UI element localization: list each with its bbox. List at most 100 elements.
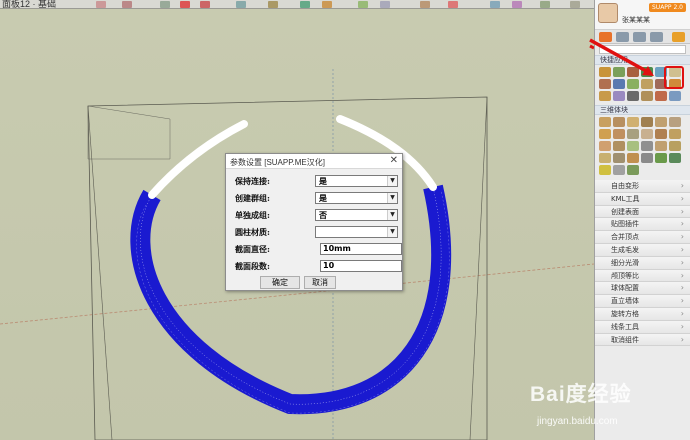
plugin-icon[interactable]: [613, 67, 625, 77]
block-icon[interactable]: [627, 153, 639, 163]
cylinder-material-select[interactable]: ▼: [315, 226, 398, 238]
menu-item[interactable]: 细分光滑 ›: [595, 256, 690, 270]
plugin-icon[interactable]: [627, 79, 639, 89]
toolbar-tool-icon[interactable]: [160, 1, 170, 8]
toolbar-tool-icon[interactable]: [448, 1, 458, 8]
plugin-icon[interactable]: [655, 91, 667, 101]
menu-item[interactable]: 创建表面 ›: [595, 205, 690, 219]
block-icon[interactable]: [599, 153, 611, 163]
chevron-down-icon[interactable]: ▼: [387, 227, 397, 237]
plugin-icon[interactable]: [627, 67, 639, 77]
menu-item[interactable]: 直立墙体 ›: [595, 295, 690, 308]
block-icon[interactable]: [641, 117, 653, 127]
block-icon[interactable]: [613, 129, 625, 139]
block-icon[interactable]: [613, 165, 625, 175]
toolbar-tool-icon[interactable]: [96, 1, 106, 8]
search-icon[interactable]: [650, 32, 663, 42]
block-icon[interactable]: [627, 129, 639, 139]
menu-item[interactable]: 取消组件 ›: [595, 333, 690, 347]
block-icon[interactable]: [627, 141, 639, 151]
version-badge[interactable]: SUAPP 2.0: [649, 3, 686, 12]
toolbar-tool-icon[interactable]: [380, 1, 390, 8]
block-icon[interactable]: [613, 117, 625, 127]
plugin-icon[interactable]: [641, 91, 653, 101]
block-icon[interactable]: [599, 165, 611, 175]
user-icon[interactable]: [633, 32, 646, 42]
menu-item-label: 线条工具: [611, 322, 639, 331]
block-icon[interactable]: [669, 141, 681, 151]
menu-item[interactable]: 生成毛发 ›: [595, 243, 690, 257]
keep-connected-select[interactable]: 是 ▼: [315, 175, 398, 187]
menu-item-label: 自由变形: [611, 182, 639, 190]
block-icon[interactable]: [669, 129, 681, 139]
separate-group-select[interactable]: 否 ▼: [315, 209, 398, 221]
plugin-icon[interactable]: [641, 79, 653, 89]
menu-item[interactable]: 自由变形 ›: [595, 180, 690, 193]
dialog-title: 参数设置 [SUAPP.ME汉化]: [230, 158, 325, 167]
chevron-right-icon: ›: [680, 181, 684, 190]
model-viewport[interactable]: 参数设置 [SUAPP.ME汉化] ✕ 保持连接: 是 ▼ 创建群组: 是 ▼ …: [0, 9, 594, 440]
menu-icon[interactable]: [672, 32, 685, 42]
toolbar-tool-icon[interactable]: [322, 1, 332, 8]
menu-item[interactable]: 贴图插件 ›: [595, 218, 690, 232]
chevron-right-icon: ›: [680, 283, 684, 293]
toolbar-tool-icon[interactable]: [512, 1, 522, 8]
close-icon[interactable]: ✕: [390, 155, 398, 166]
toolbar-tool-icon[interactable]: [180, 1, 190, 8]
toolbar-tool-icon[interactable]: [268, 1, 278, 8]
plugin-icon[interactable]: [599, 79, 611, 89]
toolbar-tool-icon[interactable]: [300, 1, 310, 8]
plugin-icon[interactable]: [627, 91, 639, 101]
section-diameter-field[interactable]: 10mm: [320, 243, 402, 255]
cancel-button[interactable]: 取消: [304, 276, 336, 289]
plugin-icon[interactable]: [613, 91, 625, 101]
toolbar-tool-icon[interactable]: [200, 1, 210, 8]
plugin-icon[interactable]: [613, 79, 625, 89]
block-icon[interactable]: [669, 117, 681, 127]
section-segments-field[interactable]: 10: [320, 260, 402, 272]
block-icon[interactable]: [655, 153, 667, 163]
home-icon[interactable]: [599, 32, 612, 42]
plugin-icon[interactable]: [641, 67, 653, 77]
toolbar-tool-icon[interactable]: [122, 1, 132, 8]
chevron-down-icon[interactable]: ▼: [387, 210, 397, 220]
block-icon[interactable]: [655, 129, 667, 139]
row-label: 单独成组:: [235, 210, 270, 220]
block-icon[interactable]: [655, 117, 667, 127]
chevron-down-icon[interactable]: ▼: [387, 176, 397, 186]
plugin-icon[interactable]: [599, 67, 611, 77]
block-icon[interactable]: [641, 153, 653, 163]
plugin-icon[interactable]: [669, 91, 681, 101]
row-label: 截面段数:: [235, 261, 270, 271]
block-icon[interactable]: [641, 129, 653, 139]
toolbar-tool-icon[interactable]: [358, 1, 368, 8]
toolbar-tool-icon[interactable]: [490, 1, 500, 8]
plugin-icon[interactable]: [599, 91, 611, 101]
block-icon[interactable]: [599, 129, 611, 139]
menu-item[interactable]: KML工具 ›: [595, 192, 690, 206]
grid-icon[interactable]: [616, 32, 629, 42]
menu-item[interactable]: 球体配置 ›: [595, 282, 690, 296]
toolbar-tool-icon[interactable]: [420, 1, 430, 8]
menu-item[interactable]: 合并顶点 ›: [595, 231, 690, 244]
block-icon[interactable]: [655, 141, 667, 151]
block-icon[interactable]: [641, 141, 653, 151]
chevron-down-icon[interactable]: ▼: [387, 193, 397, 203]
ok-button[interactable]: 确定: [260, 276, 300, 289]
block-icon[interactable]: [599, 117, 611, 127]
toolbar-tool-icon[interactable]: [570, 1, 580, 8]
avatar[interactable]: [598, 3, 618, 23]
block-icon[interactable]: [599, 141, 611, 151]
panel-search-input[interactable]: [599, 45, 686, 54]
menu-item[interactable]: 旋转方格 ›: [595, 307, 690, 321]
block-icon[interactable]: [627, 165, 639, 175]
menu-item[interactable]: 颅顶等比 ›: [595, 269, 690, 283]
block-icon[interactable]: [613, 153, 625, 163]
block-icon[interactable]: [627, 117, 639, 127]
menu-item[interactable]: 线条工具 ›: [595, 320, 690, 334]
create-group-select[interactable]: 是 ▼: [315, 192, 398, 204]
toolbar-tool-icon[interactable]: [236, 1, 246, 8]
block-icon[interactable]: [669, 153, 681, 163]
block-icon[interactable]: [613, 141, 625, 151]
toolbar-tool-icon[interactable]: [540, 1, 550, 8]
